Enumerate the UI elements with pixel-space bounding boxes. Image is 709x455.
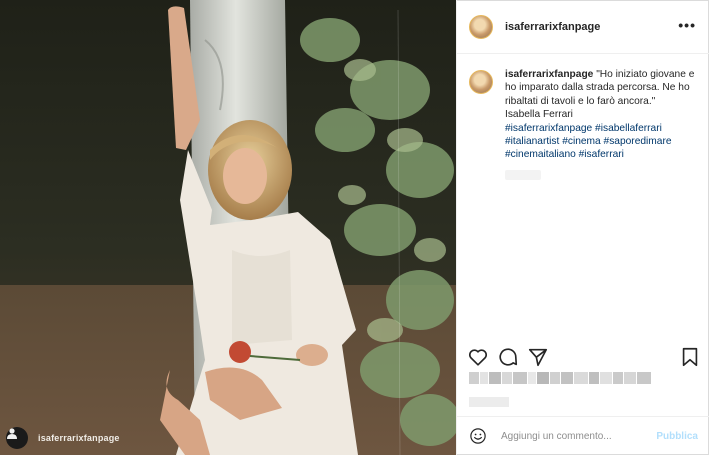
post-actions — [457, 340, 709, 374]
post-photo[interactable]: isaferrarixfanpage — [0, 0, 456, 455]
caption-username[interactable]: isaferrarixfanpage — [505, 69, 593, 80]
avatar[interactable] — [469, 14, 493, 39]
photo-image — [0, 0, 456, 455]
user-icon — [6, 427, 28, 449]
hashtag-list: #isaferrarixfanpage #isabellaferrari #it… — [505, 122, 701, 162]
likes-count-blurred — [469, 372, 655, 386]
hashtag-link[interactable]: #saporedimare — [604, 136, 672, 147]
hashtag-link[interactable]: #isaferrari — [579, 149, 624, 160]
comment-bar: Aggiungi un commento... Pubblica — [457, 416, 709, 455]
caption: isaferrarixfanpage "Ho iniziato giovane … — [469, 68, 701, 180]
heart-icon[interactable] — [467, 346, 489, 368]
photo-watermark: isaferrarixfanpage — [6, 427, 120, 449]
hashtag-link[interactable]: #cinema — [562, 136, 603, 147]
caption-body: isaferrarixfanpage "Ho iniziato giovane … — [505, 68, 701, 180]
more-options-icon[interactable]: ••• — [678, 18, 696, 32]
comment-icon[interactable] — [497, 346, 519, 368]
share-icon[interactable] — [527, 346, 549, 368]
post-header: isaferrarixfanpage ••• — [457, 0, 709, 54]
post-username[interactable]: isaferrarixfanpage — [505, 21, 600, 33]
post-date-blurred — [469, 397, 509, 407]
caption-avatar[interactable] — [469, 70, 493, 94]
watermark-text: isaferrarixfanpage — [38, 433, 120, 443]
hashtag-link[interactable]: #isabellaferrari — [595, 123, 662, 134]
publish-button[interactable]: Pubblica — [656, 431, 698, 442]
hashtag-link[interactable]: #cinemaitaliano — [505, 149, 579, 160]
caption-author: Isabella Ferrari — [505, 109, 573, 121]
comment-input[interactable]: Aggiungi un commento... — [501, 431, 656, 442]
emoji-icon[interactable] — [469, 427, 487, 445]
caption-timestamp-placeholder — [505, 169, 541, 180]
hashtag-link[interactable]: #isaferrarixfanpage — [505, 123, 595, 134]
post-side-panel: isaferrarixfanpage ••• isaferrarixfanpag… — [456, 0, 709, 455]
bookmark-icon[interactable] — [679, 346, 701, 368]
hashtag-link[interactable]: #italianartist — [505, 136, 562, 147]
